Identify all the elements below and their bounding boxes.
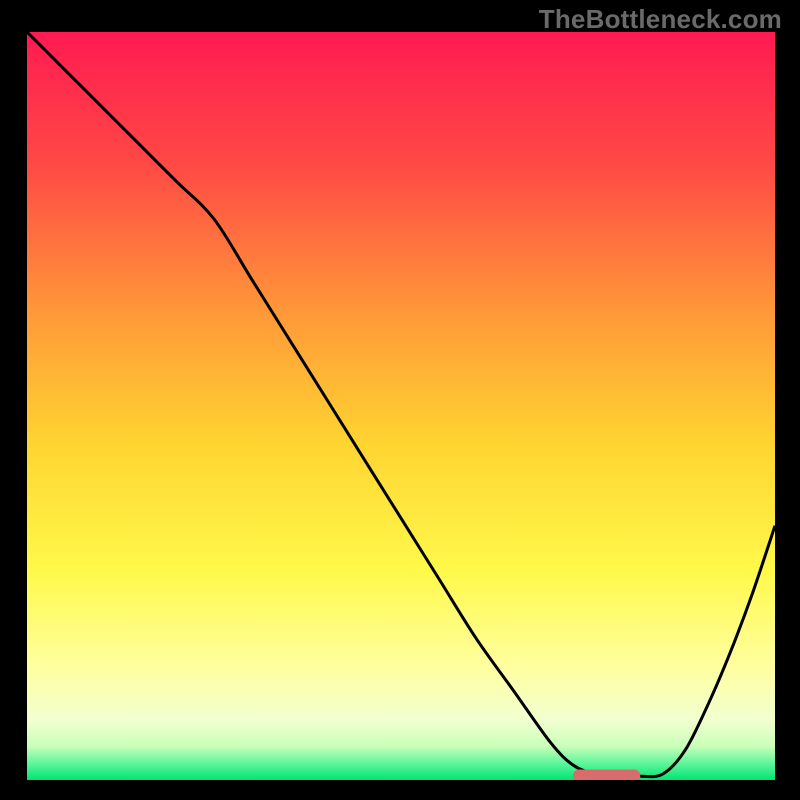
plot-area	[27, 32, 775, 780]
chart-frame: TheBottleneck.com	[0, 0, 800, 800]
chart-svg	[27, 32, 775, 780]
watermark-text: TheBottleneck.com	[539, 4, 782, 35]
optimal-marker	[573, 770, 640, 781]
